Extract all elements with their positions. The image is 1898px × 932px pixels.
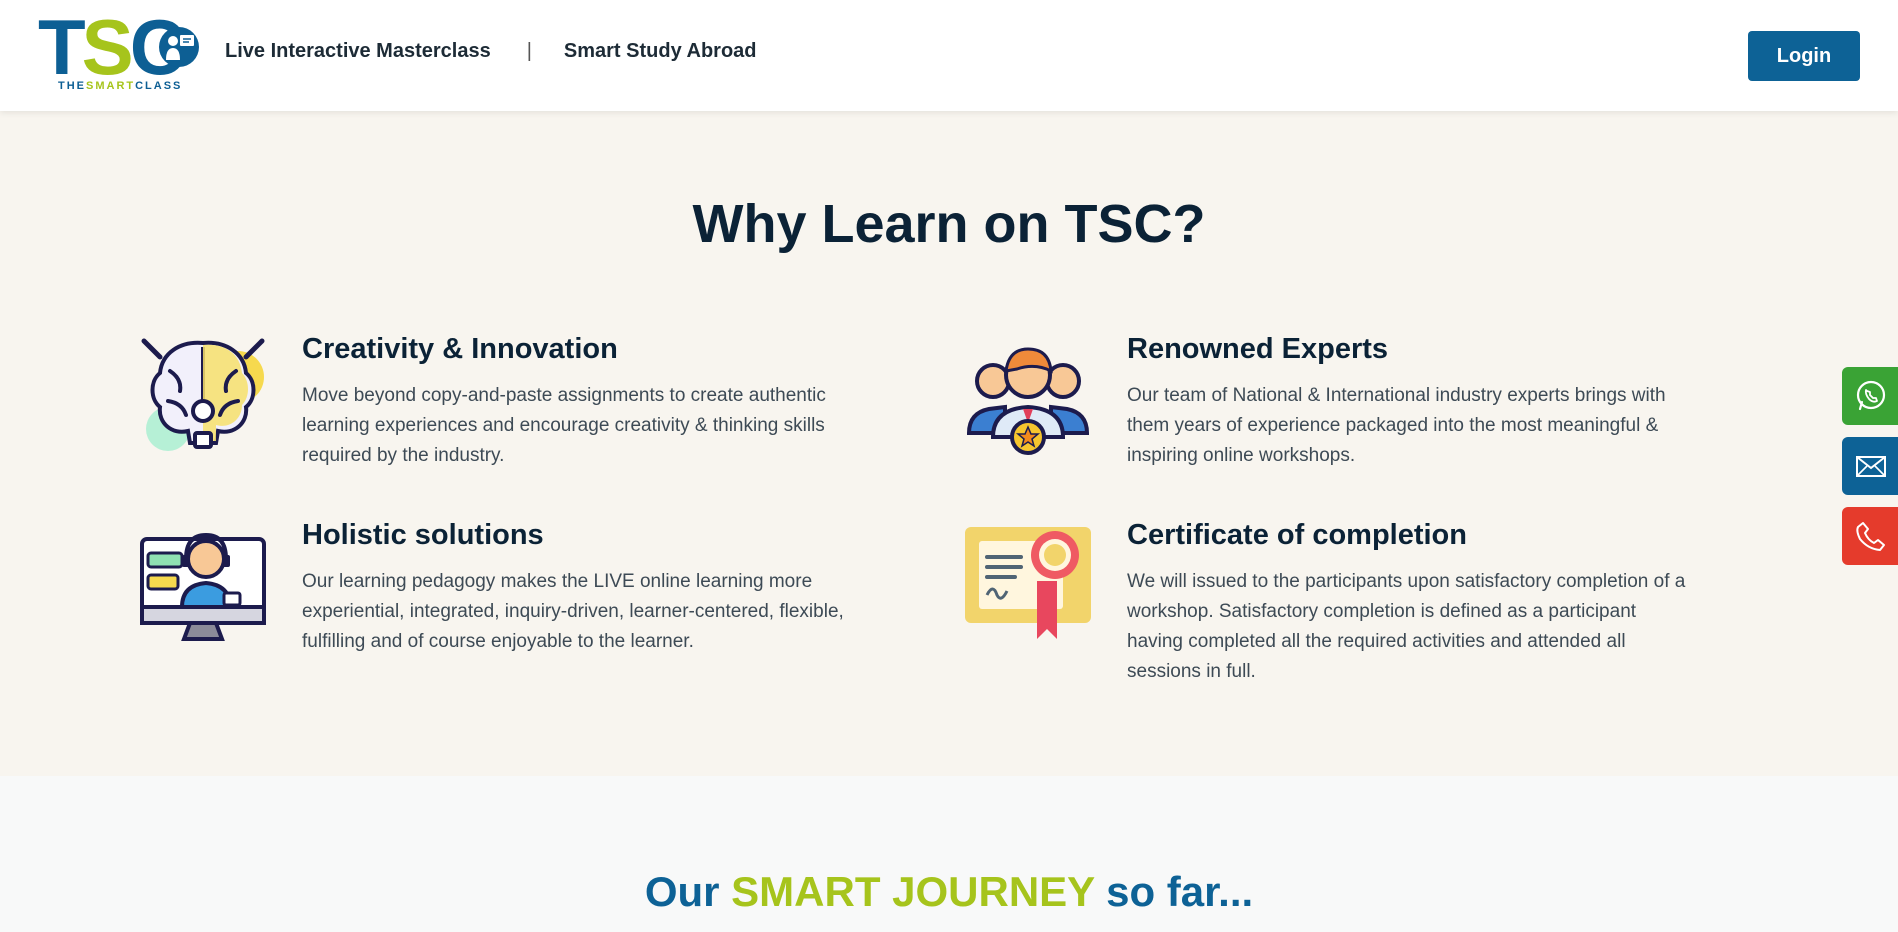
- feature-text: We will issued to the participants upon …: [1127, 571, 1686, 682]
- main-nav: Live Interactive Masterclass | Smart Stu…: [225, 40, 757, 63]
- certificate-icon: [965, 527, 1091, 639]
- call-button[interactable]: [1842, 507, 1898, 565]
- online-learning-icon: [140, 532, 266, 641]
- nav-separator: |: [526, 40, 532, 62]
- whatsapp-icon: [1856, 380, 1886, 411]
- why-learn-section: Why Learn on TSC? Creativity & Innovatio…: [0, 111, 1898, 776]
- feature-title: Creativity & Innovation: [302, 333, 618, 365]
- feature-text: Move beyond copy-and-paste assignments t…: [302, 385, 826, 466]
- nav-live-interactive-masterclass[interactable]: Live Interactive Masterclass: [225, 40, 491, 63]
- brain-lightbulb-icon: [141, 338, 265, 451]
- smart-journey-section: Our SMART JOURNEY so far...: [0, 776, 1898, 932]
- journey-title: Our SMART JOURNEY so far...: [644, 868, 1254, 915]
- feature-title: Renowned Experts: [1127, 333, 1389, 365]
- email-button[interactable]: [1842, 437, 1898, 495]
- nav-smart-study-abroad[interactable]: Smart Study Abroad: [564, 40, 757, 63]
- whatsapp-button[interactable]: [1842, 367, 1898, 425]
- tsc-logo[interactable]: TSC THESMARTCLASS: [38, 8, 199, 94]
- phone-icon: [1856, 522, 1885, 551]
- login-button[interactable]: Login: [1748, 31, 1860, 81]
- feature-title: Holistic solutions: [302, 519, 544, 551]
- section-title: Why Learn on TSC?: [692, 194, 1206, 254]
- feature-text: Our team of National & International ind…: [1127, 385, 1666, 466]
- logo-subtitle: THESMARTCLASS: [58, 80, 183, 92]
- experts-group-icon: [966, 347, 1090, 455]
- site-header: TSC THESMARTCLASS Live Interactive Maste…: [0, 0, 1898, 111]
- feature-title: Certificate of completion: [1127, 519, 1467, 551]
- presenter-icon: [159, 27, 199, 67]
- mail-icon: [1856, 456, 1886, 477]
- feature-text: Our learning pedagogy makes the LIVE onl…: [302, 571, 844, 652]
